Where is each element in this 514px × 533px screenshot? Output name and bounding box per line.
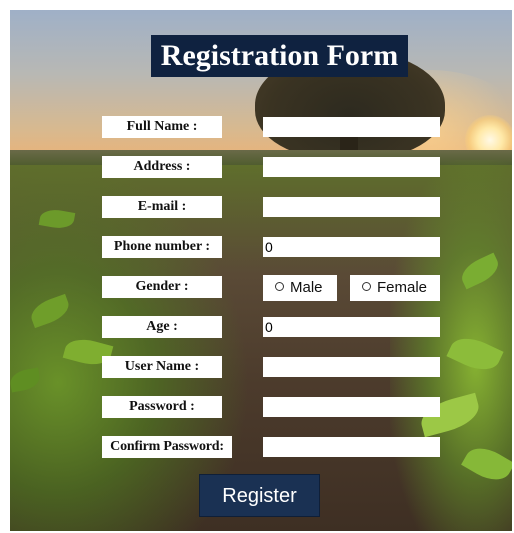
phone-label: Phone number : [102, 236, 222, 258]
full-name-input[interactable] [263, 117, 440, 137]
username-label: User Name : [102, 356, 222, 378]
radio-circle-icon [362, 282, 371, 291]
page-title: Registration Form [151, 35, 408, 77]
gender-male-radio[interactable]: Male [263, 275, 337, 301]
full-name-label: Full Name : [102, 116, 222, 138]
address-label: Address : [102, 156, 222, 178]
phone-input[interactable]: 0 [263, 237, 440, 257]
radio-circle-icon [275, 282, 284, 291]
password-input[interactable] [263, 397, 440, 417]
username-input[interactable] [263, 357, 440, 377]
gender-label: Gender : [102, 276, 222, 298]
age-label: Age : [102, 316, 222, 338]
email-input[interactable] [263, 197, 440, 217]
email-label: E-mail : [102, 196, 222, 218]
form-window: Registration Form Full Name : Address : … [10, 10, 512, 531]
gender-female-radio[interactable]: Female [350, 275, 440, 301]
address-input[interactable] [263, 157, 440, 177]
confirm-password-label: Confirm Password: [102, 436, 232, 458]
confirm-password-input[interactable] [263, 437, 440, 457]
password-label: Password : [102, 396, 222, 418]
gender-male-label: Male [290, 279, 323, 296]
age-input[interactable]: 0 [263, 317, 440, 337]
register-button[interactable]: Register [199, 474, 320, 517]
gender-female-label: Female [377, 279, 428, 296]
